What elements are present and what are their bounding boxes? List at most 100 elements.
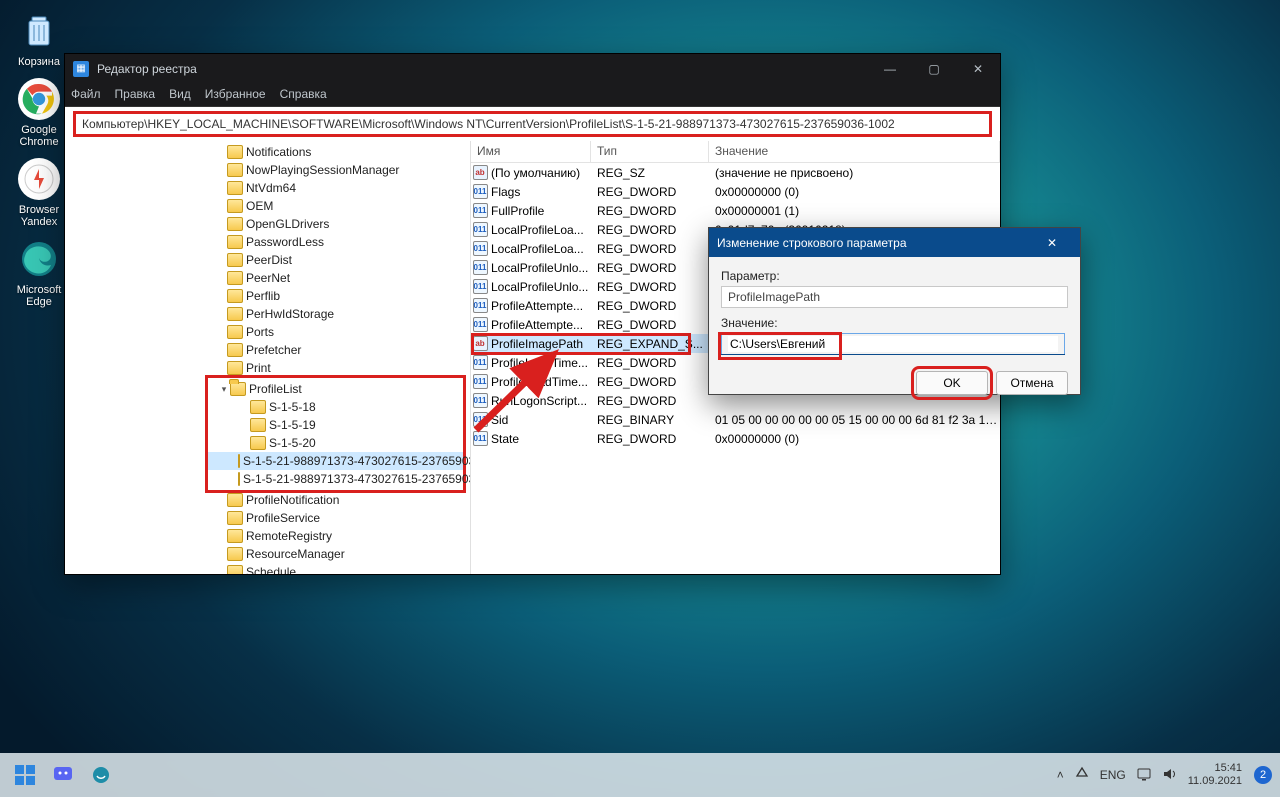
cancel-button[interactable]: Отмена [996, 371, 1068, 395]
menu-view[interactable]: Вид [169, 87, 191, 101]
cell-name: LocalProfileLoa... [489, 242, 591, 256]
tree-item[interactable]: S-1-5-20 [208, 434, 463, 452]
tree-item[interactable]: NtVdm64 [65, 179, 470, 197]
tray-onedrive-icon[interactable] [1074, 766, 1090, 785]
tree-item[interactable]: OpenGLDrivers [65, 215, 470, 233]
reg-binary-icon: 011 [473, 241, 488, 256]
recycle-bin-icon [18, 10, 60, 52]
param-label: Параметр: [721, 269, 1068, 283]
tray-clock[interactable]: 15:41 11.09.2021 [1188, 762, 1242, 788]
tree-item[interactable]: ProfileNotification [65, 491, 470, 509]
grid-row[interactable]: 011StateREG_DWORD0x00000000 (0) [471, 429, 1000, 448]
tree-item[interactable]: ProfileService [65, 509, 470, 527]
tree-item[interactable]: OEM [65, 197, 470, 215]
tree-item-label: PerHwIdStorage [246, 307, 334, 321]
tree-item-label: NowPlayingSessionManager [246, 163, 399, 177]
grid-row[interactable]: 011FlagsREG_DWORD0x00000000 (0) [471, 182, 1000, 201]
folder-icon [230, 382, 246, 396]
folder-icon [227, 271, 243, 285]
cell-value: (значение не присвоено) [709, 166, 1000, 180]
folder-icon [227, 529, 243, 543]
tree-item[interactable]: NowPlayingSessionManager [65, 161, 470, 179]
start-button[interactable] [8, 758, 42, 792]
chrome-icon [18, 78, 60, 120]
reg-binary-icon: 011 [473, 393, 488, 408]
tray-notification-badge[interactable]: 2 [1254, 766, 1272, 784]
taskbar-chat-icon[interactable] [46, 758, 80, 792]
col-name[interactable]: Имя [471, 141, 591, 162]
menu-favorites[interactable]: Избранное [205, 87, 266, 101]
cell-type: REG_DWORD [591, 204, 709, 218]
tray-date: 11.09.2021 [1188, 775, 1242, 788]
reg-binary-icon: 011 [473, 355, 488, 370]
dialog-close-button[interactable]: ✕ [1032, 228, 1072, 257]
yandex-icon [18, 158, 60, 200]
menu-edit[interactable]: Правка [115, 87, 156, 101]
col-type[interactable]: Тип [591, 141, 709, 162]
param-name-field: ProfileImagePath [721, 286, 1068, 308]
reg-binary-icon: 011 [473, 317, 488, 332]
tree-item[interactable]: PeerDist [65, 251, 470, 269]
taskbar: ˄ ENG 15:41 11.09.2021 2 [0, 753, 1280, 797]
tree-item[interactable]: ResourceManager [65, 545, 470, 563]
tray-time: 15:41 [1188, 762, 1242, 775]
tree-item-label: ProfileList [249, 382, 302, 396]
folder-icon [227, 343, 243, 357]
close-button[interactable]: ✕ [956, 54, 1000, 83]
tree-item[interactable]: Ports [65, 323, 470, 341]
col-value[interactable]: Значение [709, 141, 1000, 162]
tree-item[interactable]: Schedule [65, 563, 470, 574]
reg-binary-icon: 011 [473, 431, 488, 446]
tree-item-label: S-1-5-18 [269, 400, 316, 414]
regedit-titlebar[interactable]: ▦ Редактор реестра ― ▢ ✕ [65, 54, 1000, 83]
folder-icon [227, 145, 243, 159]
tree-item-label: S-1-5-20 [269, 436, 316, 450]
maximize-button[interactable]: ▢ [912, 54, 956, 83]
grid-row[interactable]: 011SidREG_BINARY01 05 00 00 00 00 00 05 … [471, 410, 1000, 429]
tree-item[interactable]: S-1-5-18 [208, 398, 463, 416]
cell-type: REG_DWORD [591, 223, 709, 237]
tray-network-icon[interactable] [1136, 766, 1152, 785]
tree-item[interactable]: Notifications [65, 143, 470, 161]
registry-tree[interactable]: Notifications NowPlayingSessionManager NtV… [65, 141, 471, 574]
tree-item[interactable]: RemoteRegistry [65, 527, 470, 545]
tray-volume-icon[interactable] [1162, 766, 1178, 785]
reg-binary-icon: 011 [473, 260, 488, 275]
grid-row[interactable]: 011FullProfileREG_DWORD0x00000001 (1) [471, 201, 1000, 220]
cell-value: 0x00000000 (0) [709, 432, 1000, 446]
menu-help[interactable]: Справка [280, 87, 327, 101]
menu-file[interactable]: Файл [71, 87, 101, 101]
tray-chevron-up-icon[interactable]: ˄ [1057, 768, 1064, 782]
tray-language[interactable]: ENG [1100, 768, 1126, 782]
folder-icon [227, 565, 243, 574]
dialog-titlebar[interactable]: Изменение строкового параметра ✕ [709, 228, 1080, 257]
tree-item-label: ResourceManager [246, 547, 345, 561]
tree-item[interactable]: PasswordLess [65, 233, 470, 251]
tree-item[interactable]: S-1-5-19 [208, 416, 463, 434]
grid-row[interactable]: ab(По умолчанию)REG_SZ(значение не присв… [471, 163, 1000, 182]
tree-item[interactable]: Perflib [65, 287, 470, 305]
tree-item[interactable]: ▾ProfileList [208, 380, 463, 398]
tree-item[interactable]: S-1-5-21-988971373-473027615-237659036-1… [208, 452, 463, 470]
minimize-button[interactable]: ― [868, 54, 912, 83]
tree-item[interactable]: Prefetcher [65, 341, 470, 359]
tree-item[interactable]: S-1-5-21-988971373-473027615-237659036-1… [208, 470, 463, 488]
ok-button[interactable]: OK [916, 371, 988, 395]
grid-header: Имя Тип Значение [471, 141, 1000, 163]
window-title: Редактор реестра [97, 62, 197, 76]
highlight-profilelist: ▾ProfileList S-1-5-18 S-1-5-19 S-1-5-20 S-1-… [205, 375, 466, 493]
tree-item[interactable]: PerHwIdStorage [65, 305, 470, 323]
tree-item-label: S-1-5-21-988971373-473027615-237659036-1… [243, 454, 471, 468]
cell-type: REG_DWORD [591, 394, 709, 408]
reg-binary-icon: 011 [473, 412, 488, 427]
address-bar[interactable]: Компьютер\HKEY_LOCAL_MACHINE\SOFTWARE\Mi… [73, 111, 992, 137]
tree-item-label: NtVdm64 [246, 181, 296, 195]
taskbar-app-icon[interactable] [84, 758, 118, 792]
tree-item[interactable]: PeerNet [65, 269, 470, 287]
cell-name: RunLogonScript... [489, 394, 591, 408]
cell-name: ProfileLoadTime... [489, 375, 591, 389]
folder-icon [250, 400, 266, 414]
folder-icon [227, 361, 243, 375]
dialog-title: Изменение строкового параметра [717, 236, 907, 250]
folder-icon [227, 199, 243, 213]
